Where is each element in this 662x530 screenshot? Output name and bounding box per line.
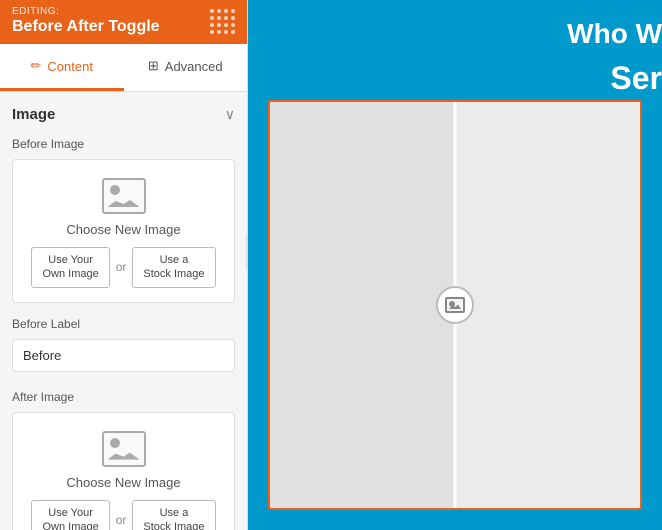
before-image-label: Before Image	[12, 137, 235, 151]
before-use-own-button[interactable]: Use YourOwn Image	[31, 247, 109, 288]
pencil-icon: ✏	[31, 58, 42, 74]
settings-icon: ⊞	[148, 58, 159, 74]
after-choose-label: Choose New Image	[66, 475, 180, 490]
before-label-input[interactable]	[12, 339, 235, 372]
ba-right-side	[455, 102, 640, 508]
header-text-group: EDITING: Before After Toggle	[12, 6, 160, 36]
right-panel: Who W Ser	[248, 0, 662, 530]
tabs-bar: ✏ Content ⊞ Advanced	[0, 44, 247, 92]
tab-advanced-label: Advanced	[165, 59, 223, 74]
image-section-header: Image ∨	[12, 92, 235, 133]
image-placeholder-icon	[102, 178, 146, 214]
tab-advanced[interactable]: ⊞ Advanced	[124, 44, 248, 91]
before-image-upload-box[interactable]: Choose New Image Use YourOwn Image or Us…	[12, 159, 235, 303]
editing-label: EDITING:	[12, 6, 160, 17]
before-after-widget	[270, 102, 640, 508]
before-or-text: or	[116, 260, 127, 274]
canvas-sub-text: Ser	[610, 60, 662, 97]
panel-content: ‹ Image ∨ Before Image Choose New Image …	[0, 92, 247, 530]
after-or-text: or	[116, 513, 127, 527]
chevron-down-icon[interactable]: ∨	[225, 106, 235, 123]
tab-content[interactable]: ✏ Content	[0, 44, 124, 91]
before-stock-button[interactable]: Use aStock Image	[132, 247, 215, 288]
editing-header: EDITING: Before After Toggle	[0, 0, 247, 44]
widget-title: Before After Toggle	[12, 18, 160, 36]
image-section-title: Image	[12, 106, 55, 123]
after-stock-button[interactable]: Use aStock Image	[132, 500, 215, 530]
after-image-placeholder-icon	[102, 431, 146, 467]
before-choose-label: Choose New Image	[66, 222, 180, 237]
left-panel: EDITING: Before After Toggle ✏ Content ⊞…	[0, 0, 248, 530]
after-image-label: After Image	[12, 390, 235, 404]
after-image-upload-box[interactable]: Choose New Image Use YourOwn Image or Us…	[12, 412, 235, 530]
before-image-buttons: Use YourOwn Image or Use aStock Image	[31, 247, 215, 288]
canvas-area[interactable]	[268, 100, 642, 510]
canvas-top-text: Who W	[567, 20, 662, 48]
after-image-buttons: Use YourOwn Image or Use aStock Image	[31, 500, 215, 530]
after-use-own-button[interactable]: Use YourOwn Image	[31, 500, 109, 530]
drag-handle[interactable]	[210, 9, 235, 34]
tab-content-label: Content	[47, 59, 93, 74]
ba-drag-handle[interactable]	[436, 286, 474, 324]
ba-left-side	[270, 102, 455, 508]
before-label-field-label: Before Label	[12, 317, 235, 331]
ba-handle-icon	[445, 297, 465, 313]
collapse-handle[interactable]: ‹	[246, 234, 247, 270]
